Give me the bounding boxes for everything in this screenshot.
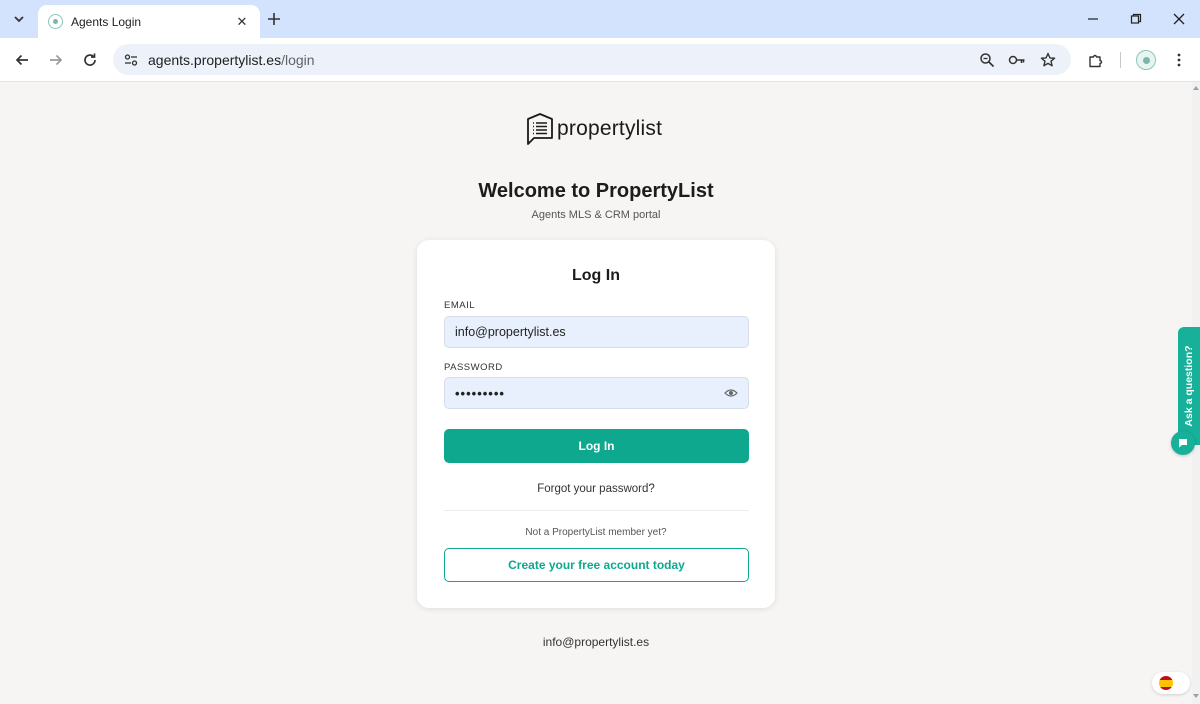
- url-text: agents.propertylist.es/login: [148, 52, 315, 68]
- footer-email-link[interactable]: info@propertylist.es: [0, 635, 1192, 649]
- password-value: •••••••••: [455, 385, 505, 401]
- browser-tab[interactable]: Agents Login ✕: [38, 5, 260, 38]
- zoom-icon[interactable]: [976, 49, 998, 71]
- create-account-button[interactable]: Create your free account today: [444, 548, 749, 582]
- new-tab-plus-icon[interactable]: [264, 9, 284, 29]
- welcome-heading: Welcome to PropertyList: [478, 180, 714, 202]
- scroll-up-arrow-icon[interactable]: [1193, 86, 1199, 90]
- profile-avatar-icon[interactable]: [1134, 48, 1158, 72]
- tab-search-chevron-down-icon[interactable]: [6, 6, 32, 32]
- url-path: /login: [281, 51, 315, 68]
- language-selector[interactable]: [1152, 672, 1190, 694]
- login-card: Log In EMAIL info@propertylist.es PASSWO…: [417, 240, 775, 608]
- logo-document-icon: [527, 113, 553, 145]
- spain-flag-icon: [1159, 676, 1173, 690]
- minimize-icon[interactable]: [1078, 8, 1108, 30]
- reload-icon[interactable]: [78, 48, 102, 72]
- email-label: EMAIL: [444, 300, 476, 311]
- kebab-menu-icon[interactable]: [1167, 48, 1191, 72]
- back-arrow-icon[interactable]: [10, 48, 34, 72]
- address-bar[interactable]: agents.propertylist.es/login: [113, 44, 1071, 75]
- key-icon[interactable]: [1006, 49, 1028, 71]
- favicon-icon: [48, 14, 63, 29]
- restore-icon[interactable]: [1121, 8, 1151, 30]
- login-button[interactable]: Log In: [444, 429, 749, 463]
- login-title: Log In: [572, 267, 620, 284]
- scroll-down-arrow-icon[interactable]: [1193, 694, 1199, 698]
- password-label: PASSWORD: [444, 362, 503, 373]
- tab-close-icon[interactable]: ✕: [234, 14, 250, 30]
- close-window-icon[interactable]: [1164, 8, 1194, 30]
- url-host: agents.propertylist.es: [148, 51, 282, 68]
- not-member-text: Not a PropertyList member yet?: [525, 527, 667, 538]
- chat-bubble-icon[interactable]: [1171, 431, 1195, 455]
- site-info-tune-icon[interactable]: [120, 49, 142, 71]
- browser-tab-bar: Agents Login ✕: [0, 0, 1200, 38]
- email-field[interactable]: info@propertylist.es: [444, 316, 749, 348]
- ask-question-label[interactable]: Ask a question?: [1178, 327, 1200, 445]
- portal-subtitle: Agents MLS & CRM portal: [531, 209, 661, 221]
- logo-text: propertylist: [557, 117, 663, 140]
- extensions-puzzle-icon[interactable]: [1084, 48, 1108, 72]
- card-divider: [444, 510, 749, 511]
- browser-toolbar: agents.propertylist.es/login: [0, 38, 1200, 82]
- show-password-eye-icon[interactable]: [724, 387, 738, 399]
- email-value: info@propertylist.es: [455, 325, 566, 339]
- bookmark-star-icon[interactable]: [1037, 49, 1059, 71]
- password-field[interactable]: •••••••••: [444, 377, 749, 409]
- propertylist-logo[interactable]: propertylist: [525, 112, 662, 146]
- forward-arrow-icon[interactable]: [44, 48, 68, 72]
- toolbar-separator: [1120, 52, 1121, 68]
- tab-title: Agents Login: [71, 14, 142, 29]
- forgot-password-link[interactable]: Forgot your password?: [417, 483, 775, 495]
